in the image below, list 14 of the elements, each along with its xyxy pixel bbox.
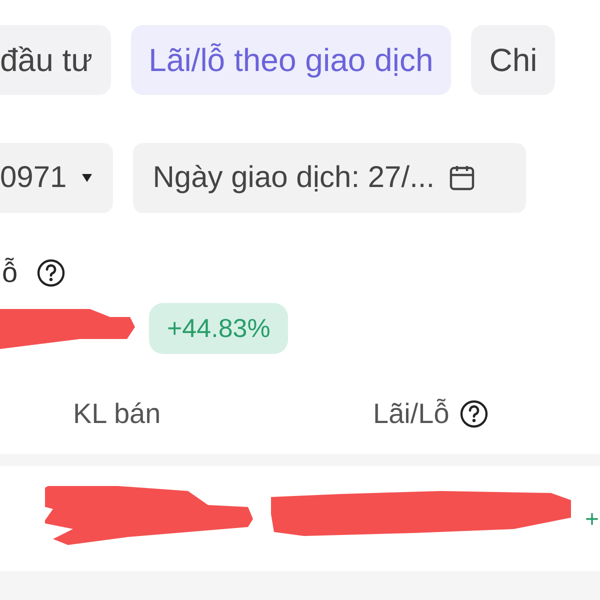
tab[interactable]: đầu tư: [0, 25, 111, 95]
help-icon[interactable]: [36, 258, 66, 288]
caret-icon: [80, 173, 93, 183]
tab[interactable]: Chi: [471, 25, 556, 95]
column-header: Lãi/Lỗ: [373, 398, 450, 430]
help-icon[interactable]: [459, 399, 490, 429]
account-dropdown[interactable]: 0971: [0, 143, 113, 213]
tab[interactable]: Lãi/lỗ theo giao dịch: [130, 25, 452, 95]
summary-label: ỗ: [2, 257, 18, 289]
calendar-icon: [448, 165, 475, 191]
change-badge: +44.83%: [149, 303, 288, 354]
column-header: KL bán: [73, 398, 162, 430]
profit-value: +: [584, 506, 599, 534]
date-field[interactable]: Ngày giao dịch: 27/...: [132, 143, 526, 213]
